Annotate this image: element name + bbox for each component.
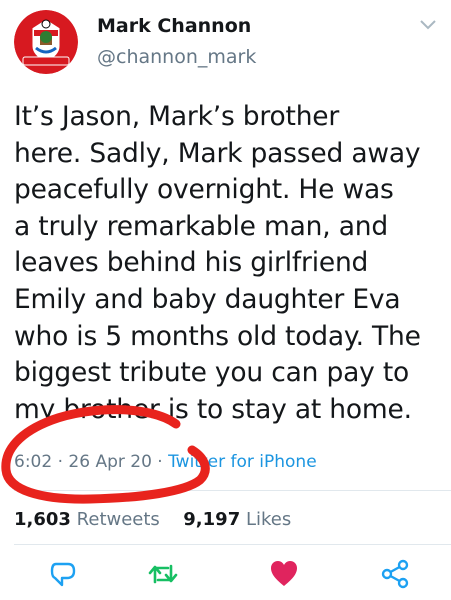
divider xyxy=(14,544,451,545)
tweet-date: 26 Apr 20 xyxy=(68,452,152,472)
reply-icon[interactable] xyxy=(47,558,79,590)
tweet-source-link[interactable]: Twitter for iPhone xyxy=(168,452,317,472)
avatar[interactable] xyxy=(14,10,78,74)
meta-separator: · xyxy=(57,452,69,472)
tweet-time: 6:02 xyxy=(14,452,53,472)
southampton-fc-crest-icon xyxy=(14,10,78,74)
retweet-icon[interactable] xyxy=(147,558,179,590)
share-icon[interactable] xyxy=(379,558,411,590)
meta-separator: · xyxy=(157,452,169,472)
tweet-actions xyxy=(0,558,451,594)
author-name[interactable]: Mark Channon xyxy=(97,15,251,37)
tweet-text: It’s Jason, Mark’s brother here. Sadly, … xyxy=(14,101,421,425)
tweet-meta: 6:02 · 26 Apr 20 · Twitter for iPhone xyxy=(14,452,317,472)
author-handle[interactable]: @channon_mark xyxy=(97,46,256,68)
chevron-down-icon[interactable] xyxy=(418,18,438,32)
divider xyxy=(14,490,451,491)
retweet-count-label[interactable]: Retweets xyxy=(77,509,160,530)
like-count[interactable]: 9,197 xyxy=(183,509,240,530)
engagement-counts: 1,603 Retweets 9,197 Likes xyxy=(14,509,291,530)
retweet-count[interactable]: 1,603 xyxy=(14,509,71,530)
like-count-label[interactable]: Likes xyxy=(246,509,291,530)
heart-icon[interactable] xyxy=(268,558,300,590)
